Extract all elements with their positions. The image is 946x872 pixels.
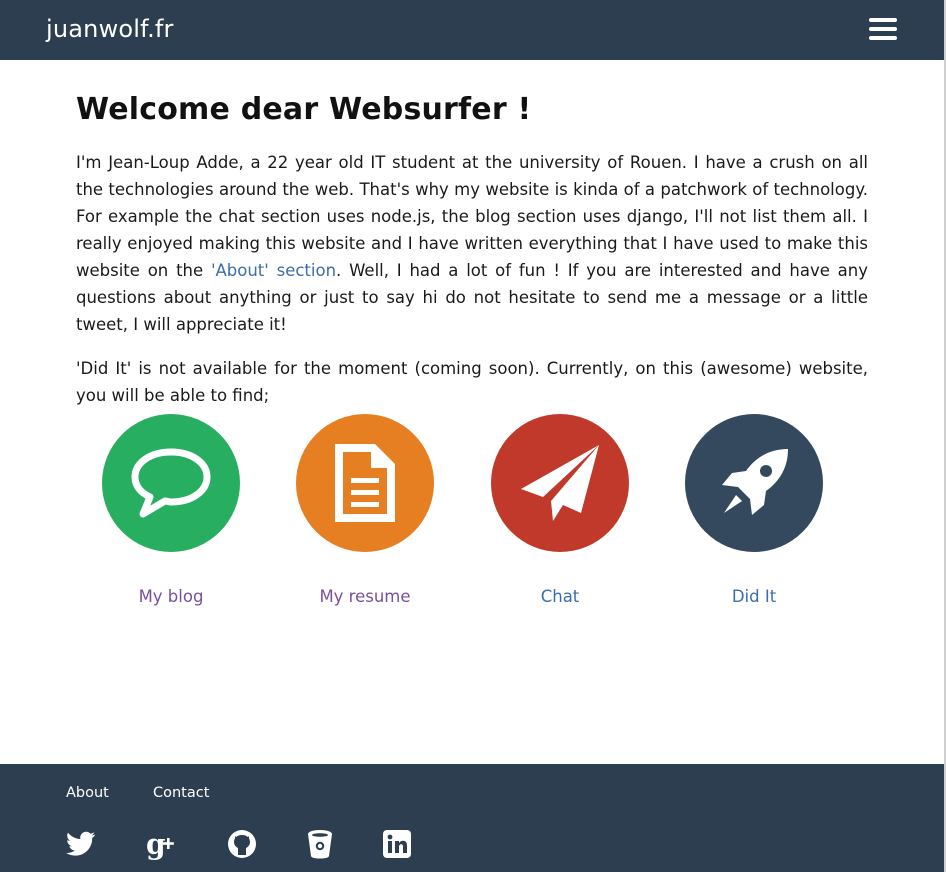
rocket-icon: [722, 449, 788, 515]
hamburger-menu-icon[interactable]: [869, 18, 897, 42]
document-icon: [335, 444, 395, 522]
did-it-link[interactable]: Did It: [659, 587, 849, 606]
did-it-circle[interactable]: [685, 414, 823, 552]
section-tiles: My blog My resume Chat Did It: [76, 414, 868, 614]
footer-about-link[interactable]: About: [66, 785, 109, 801]
svg-text:g: g: [146, 828, 166, 860]
github-icon[interactable]: [226, 828, 258, 860]
site-footer: About Contact g: [0, 764, 944, 872]
paper-plane-icon: [521, 445, 599, 521]
main-content: Welcome dear Websurfer ! I'm Jean-Loup A…: [76, 92, 868, 409]
linkedin-icon[interactable]: [381, 828, 413, 860]
about-section-link[interactable]: 'About' section: [211, 261, 336, 280]
blog-link[interactable]: My blog: [76, 587, 266, 606]
availability-paragraph: 'Did It' is not available for the moment…: [76, 359, 868, 405]
twitter-icon[interactable]: [65, 828, 97, 860]
tile-chat[interactable]: Chat: [465, 414, 655, 606]
google-plus-icon[interactable]: g: [146, 828, 178, 860]
tile-resume[interactable]: My resume: [270, 414, 460, 606]
footer-contact-link[interactable]: Contact: [153, 785, 209, 801]
site-brand[interactable]: juanwolf.fr: [46, 15, 174, 43]
speech-bubble-icon: [131, 448, 211, 518]
bitbucket-icon[interactable]: [304, 828, 336, 860]
resume-circle[interactable]: [296, 414, 434, 552]
tile-did-it[interactable]: Did It: [659, 414, 849, 606]
intro-paragraph: I'm Jean-Loup Adde, a 22 year old IT stu…: [76, 149, 868, 338]
resume-link[interactable]: My resume: [270, 587, 460, 606]
chat-circle[interactable]: [491, 414, 629, 552]
blog-circle[interactable]: [102, 414, 240, 552]
top-navbar: juanwolf.fr: [0, 0, 944, 60]
tile-blog[interactable]: My blog: [76, 414, 266, 606]
page-title: Welcome dear Websurfer !: [76, 92, 532, 127]
chat-link[interactable]: Chat: [465, 587, 655, 606]
